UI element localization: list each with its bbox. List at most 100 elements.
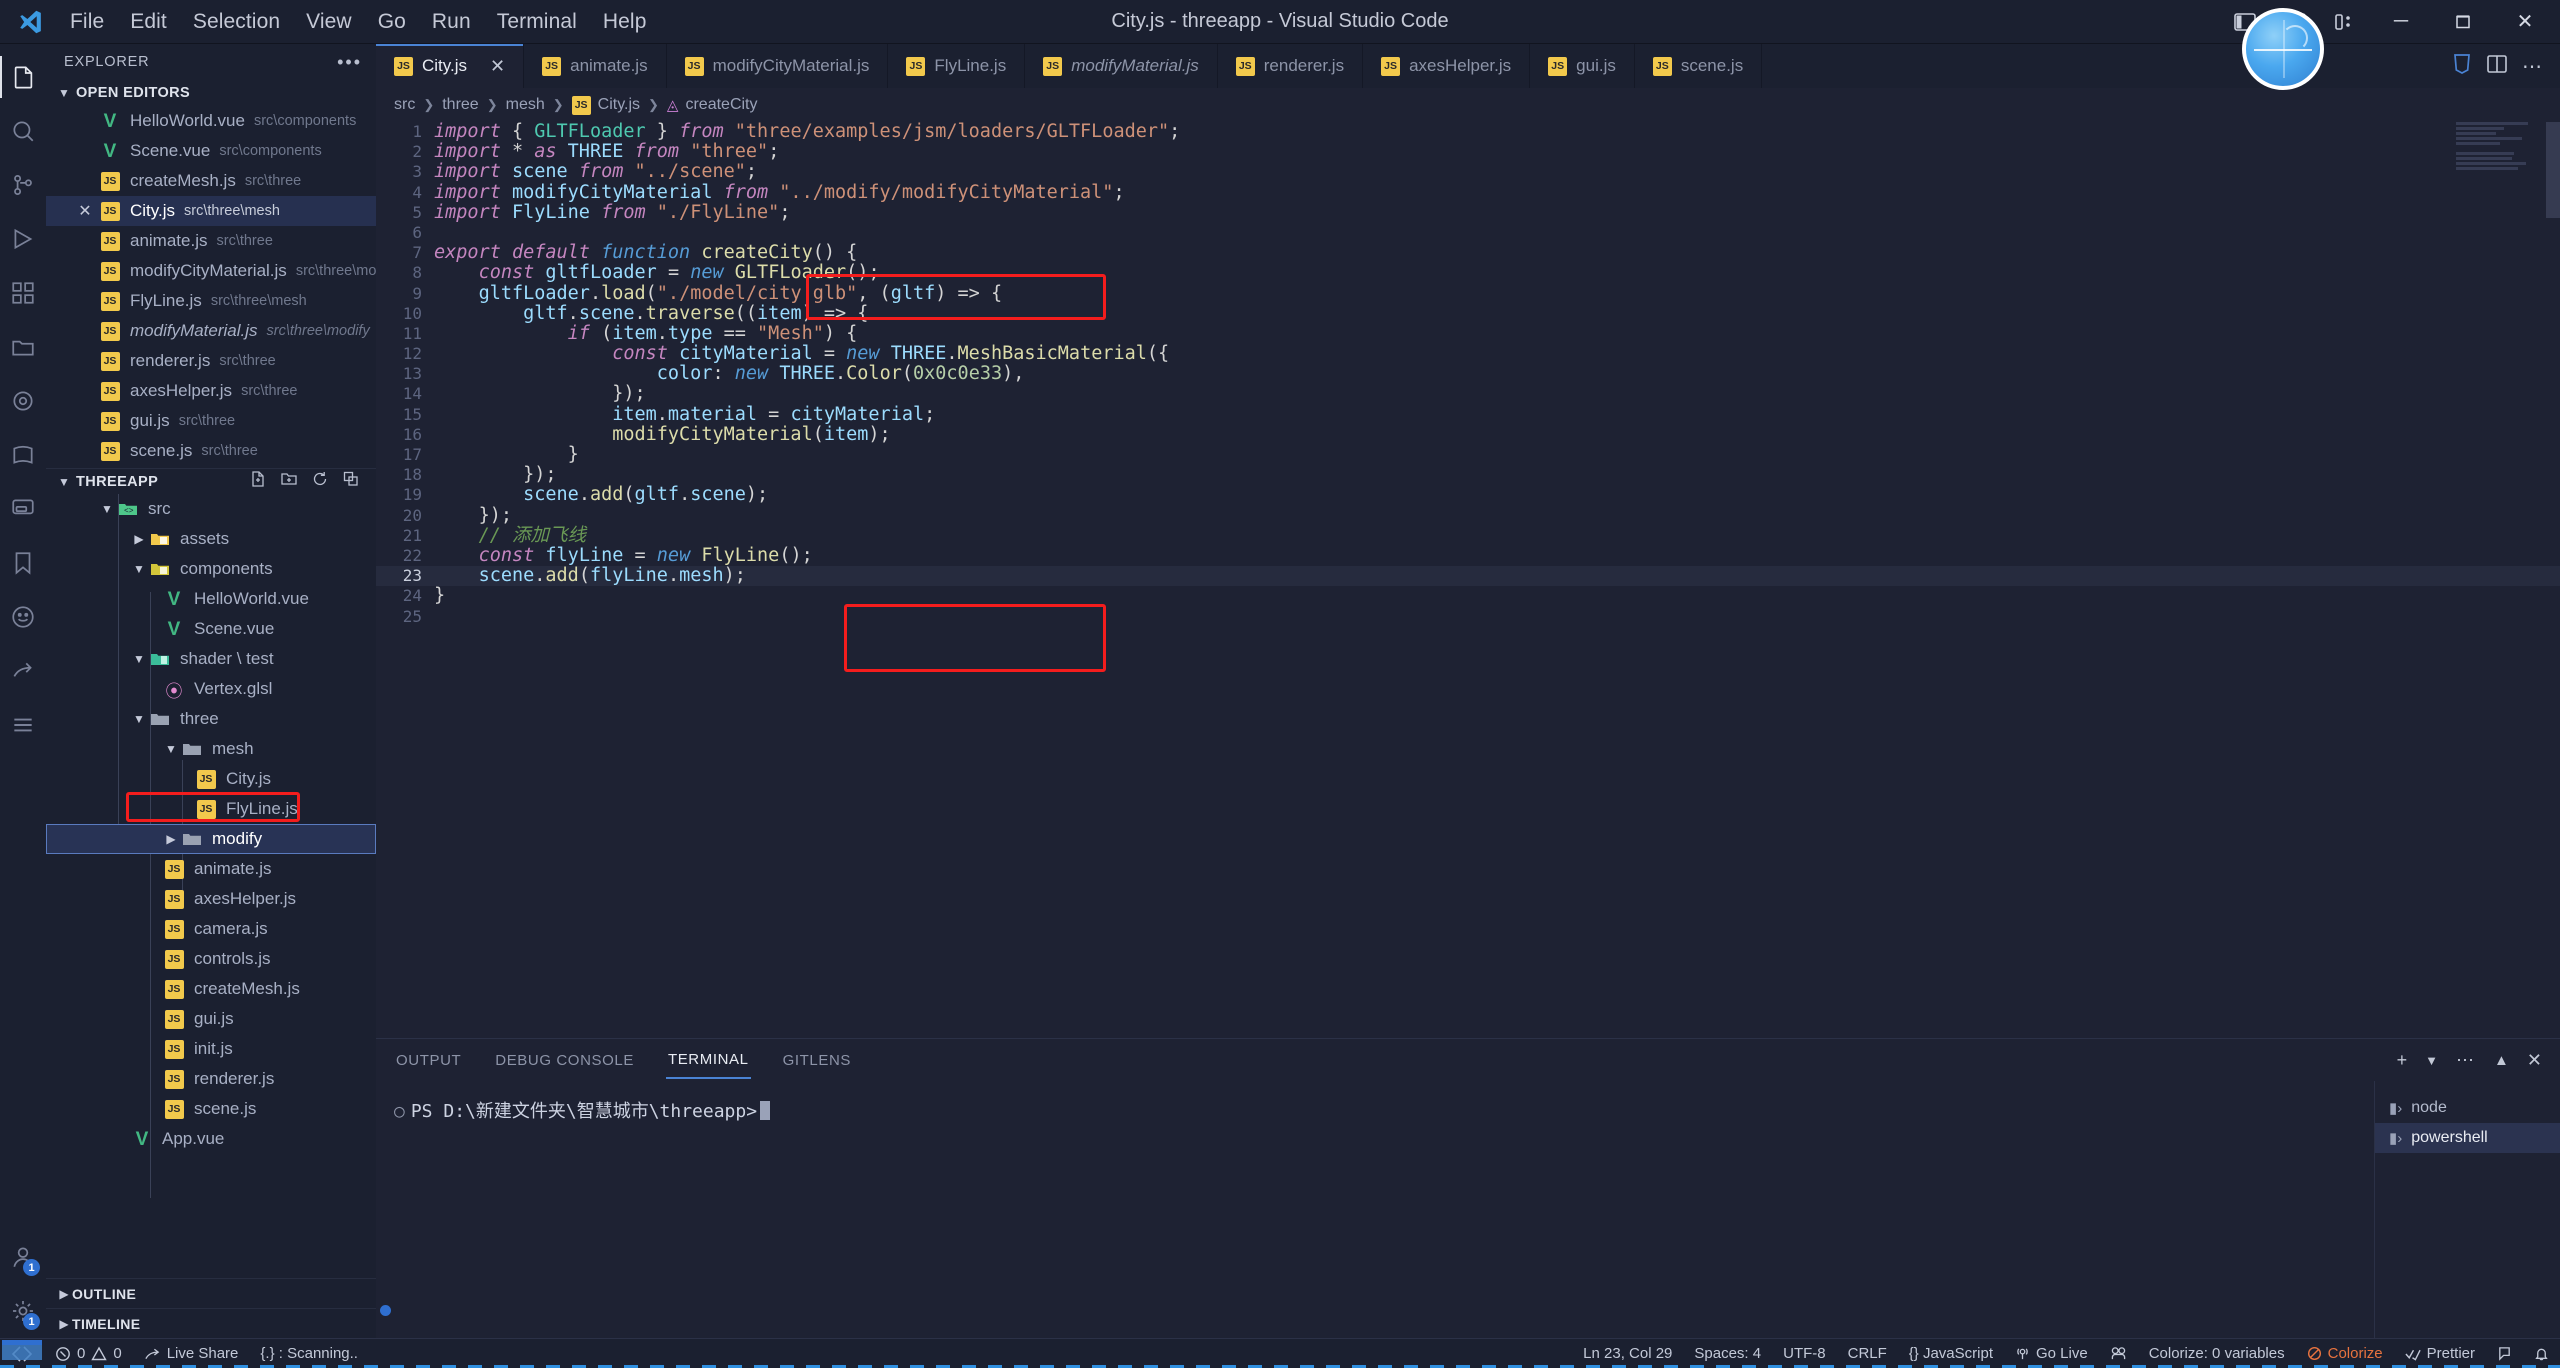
tree-item-modify[interactable]: ▶ modify [46,824,376,854]
code-line[interactable]: 4 import modifyCityMaterial from "../modi… [376,182,2560,203]
sidebar-item-extensions[interactable] [0,266,46,320]
sidebar-item-testing[interactable] [0,374,46,428]
tree-item-camera-js[interactable]: JS camera.js [46,914,376,944]
timeline-section-header[interactable]: ▶ TIMELINE [46,1308,376,1338]
prettier-status[interactable]: Prettier [2394,1339,2486,1368]
close-icon[interactable]: ✕ [490,56,505,77]
code-line[interactable]: 11 if (item.type == "Mesh") { [376,323,2560,344]
tree-item-axeshelper-js[interactable]: JS axesHelper.js [46,884,376,914]
code-lines[interactable]: 1 import { GLTFLoader } from "three/examp… [376,122,2560,1038]
sidebar-item-remote-explorer[interactable] [0,320,46,374]
maximize-panel-icon[interactable]: ▲ [2494,1052,2509,1069]
open-editor-item-city[interactable]: ✕ JS City.js src\three\mesh [46,196,376,226]
codetime-status[interactable] [2099,1339,2138,1368]
workspace-header[interactable]: ▼ THREEAPP [46,468,376,494]
code-editor[interactable]: 1 import { GLTFLoader } from "three/examp… [376,122,2560,1038]
code-line[interactable]: 23 scene.add(flyLine.mesh); [376,566,2560,587]
code-line[interactable]: 7 export default function createCity() { [376,243,2560,263]
tree-item-scene-vue[interactable]: V Scene.vue [46,614,376,644]
tree-item-flyline-js[interactable]: JS FlyLine.js [46,792,376,824]
tree-item-controls-js[interactable]: JS controls.js [46,944,376,974]
tree-item-mesh[interactable]: ▼ mesh [46,734,376,764]
menu-run[interactable]: Run [432,10,471,34]
close-button[interactable]: ✕ [2496,0,2554,44]
breadcrumb-mesh[interactable]: mesh [506,96,545,114]
tab-flyline-js[interactable]: JS FlyLine.js [888,44,1026,88]
open-editor-item[interactable]: JS modifyCityMaterial.js src\three\modif… [46,256,399,286]
tab-output[interactable]: OUTPUT [394,1043,463,1078]
settings-gear-icon[interactable]: 1 [0,1284,46,1338]
refresh-icon[interactable] [311,470,329,493]
feedback-status[interactable] [2486,1339,2523,1368]
notifications-bell-icon[interactable] [2523,1339,2560,1368]
breadcrumb-file[interactable]: JS City.js [571,95,640,115]
code-line[interactable]: 12 const cityMaterial = new THREE.MeshBa… [376,343,2560,364]
sidebar-item-codetime[interactable] [0,590,46,644]
open-editor-item[interactable]: JS modifyMaterial.js src\three\modify [46,316,376,346]
tree-item-scene-js[interactable]: JS scene.js [46,1094,376,1124]
minimize-button[interactable]: ─ [2372,0,2430,44]
new-folder-icon[interactable] [280,470,298,493]
tree-item-three[interactable]: ▼ three [46,704,376,734]
eol-status[interactable]: CRLF [1837,1339,1898,1368]
more-actions-icon[interactable]: ⋯ [2456,1050,2476,1071]
menu-go[interactable]: Go [378,10,406,34]
terminal-output[interactable]: ○ PS D:\新建文件夹\智慧城市\threeapp> [376,1081,2374,1338]
indentation-status[interactable]: Spaces: 4 [1683,1339,1772,1368]
open-editor-item[interactable]: JS gui.js src\three [46,406,376,436]
code-line[interactable]: 21 // 添加飞线 [376,525,2560,546]
sidebar-item-live-server[interactable] [0,482,46,536]
code-line[interactable]: 5 import FlyLine from "./FlyLine"; [376,202,2560,223]
tree-item-app-vue[interactable]: V App.vue [46,1124,376,1154]
cursor-position[interactable]: Ln 23, Col 29 [1572,1339,1683,1368]
breadcrumb-src[interactable]: src [394,96,415,114]
tab-axeshelper-js[interactable]: JS axesHelper.js [1363,44,1531,88]
live-share-status[interactable]: Live Share [133,1339,250,1368]
tree-item-helloworld-vue[interactable]: V HelloWorld.vue [46,584,376,614]
sidebar-item-explorer[interactable] [0,50,46,104]
breadcrumb-symbol[interactable]: ◬ createCity [667,96,758,114]
code-line[interactable]: 1 import { GLTFLoader } from "three/examp… [376,122,2560,142]
open-editor-item[interactable]: JS FlyLine.js src\three\mesh [46,286,376,316]
sidebar-item-todo-tree[interactable] [0,428,46,482]
tab-renderer-js[interactable]: JS renderer.js [1217,44,1364,88]
code-line[interactable]: 9 gltfLoader.load("./model/city.glb", (g… [376,283,2560,304]
sidebar-item-outline-list[interactable] [0,698,46,752]
colorize-toggle-status[interactable]: Colorize [2296,1339,2394,1368]
open-editor-item[interactable]: JS renderer.js src\three [46,346,376,376]
tab-city-js[interactable]: JS City.js ✕ [376,44,525,88]
code-line[interactable]: 19 scene.add(gltf.scene); [376,485,2560,505]
code-line[interactable]: 24} [376,586,2560,606]
tab-gitlens[interactable]: GITLENS [781,1043,853,1078]
tree-item-city-js[interactable]: JS City.js [46,764,376,794]
encoding-status[interactable]: UTF-8 [1772,1339,1837,1368]
menu-selection[interactable]: Selection [193,10,280,34]
more-actions-icon[interactable]: ⋯ [2522,54,2544,79]
go-live-status[interactable]: Go Live [2004,1339,2099,1368]
editor-scrollbar[interactable] [2546,122,2560,1038]
tree-item-createmesh-js[interactable]: JS createMesh.js [46,974,376,1004]
breadcrumb-three[interactable]: three [442,96,478,114]
open-editor-item[interactable]: JS createMesh.js src\three [46,166,376,196]
tab-debug-console[interactable]: DEBUG CONSOLE [493,1043,636,1078]
menu-edit[interactable]: Edit [130,10,167,34]
tab-terminal[interactable]: TERMINAL [665,1042,751,1079]
todo-scanning-status[interactable]: {.} : Scanning.. [249,1339,369,1368]
colorize-variables-status[interactable]: Colorize: 0 variables [2138,1339,2296,1368]
code-line[interactable]: 22 const flyLine = new FlyLine(); [376,545,2560,566]
new-file-icon[interactable] [249,470,267,493]
tree-item-gui-js[interactable]: JS gui.js [46,1004,376,1034]
split-editor-icon[interactable] [2486,54,2508,79]
accounts-button[interactable]: 1 [0,1230,46,1284]
tree-item-animate-js[interactable]: JS animate.js [46,854,376,884]
code-line[interactable]: 3 import scene from "../scene"; [376,162,2560,182]
restore-button[interactable] [2434,0,2492,44]
code-line[interactable]: 2 import * as THREE from "three"; [376,142,2560,162]
open-editor-item[interactable]: V Scene.vue src\components [46,136,376,166]
tree-item-init-js[interactable]: JS init.js [46,1034,376,1064]
code-line[interactable]: 10 gltf.scene.traverse((item) => { [376,303,2560,324]
tree-item-src[interactable]: ▼ <> src [46,494,376,524]
code-line[interactable]: 16 modifyCityMaterial(item); [376,424,2560,445]
code-line[interactable]: 13 color: new THREE.Color(0x0c0e33), [376,364,2560,384]
close-icon[interactable]: ✕ [72,201,98,221]
